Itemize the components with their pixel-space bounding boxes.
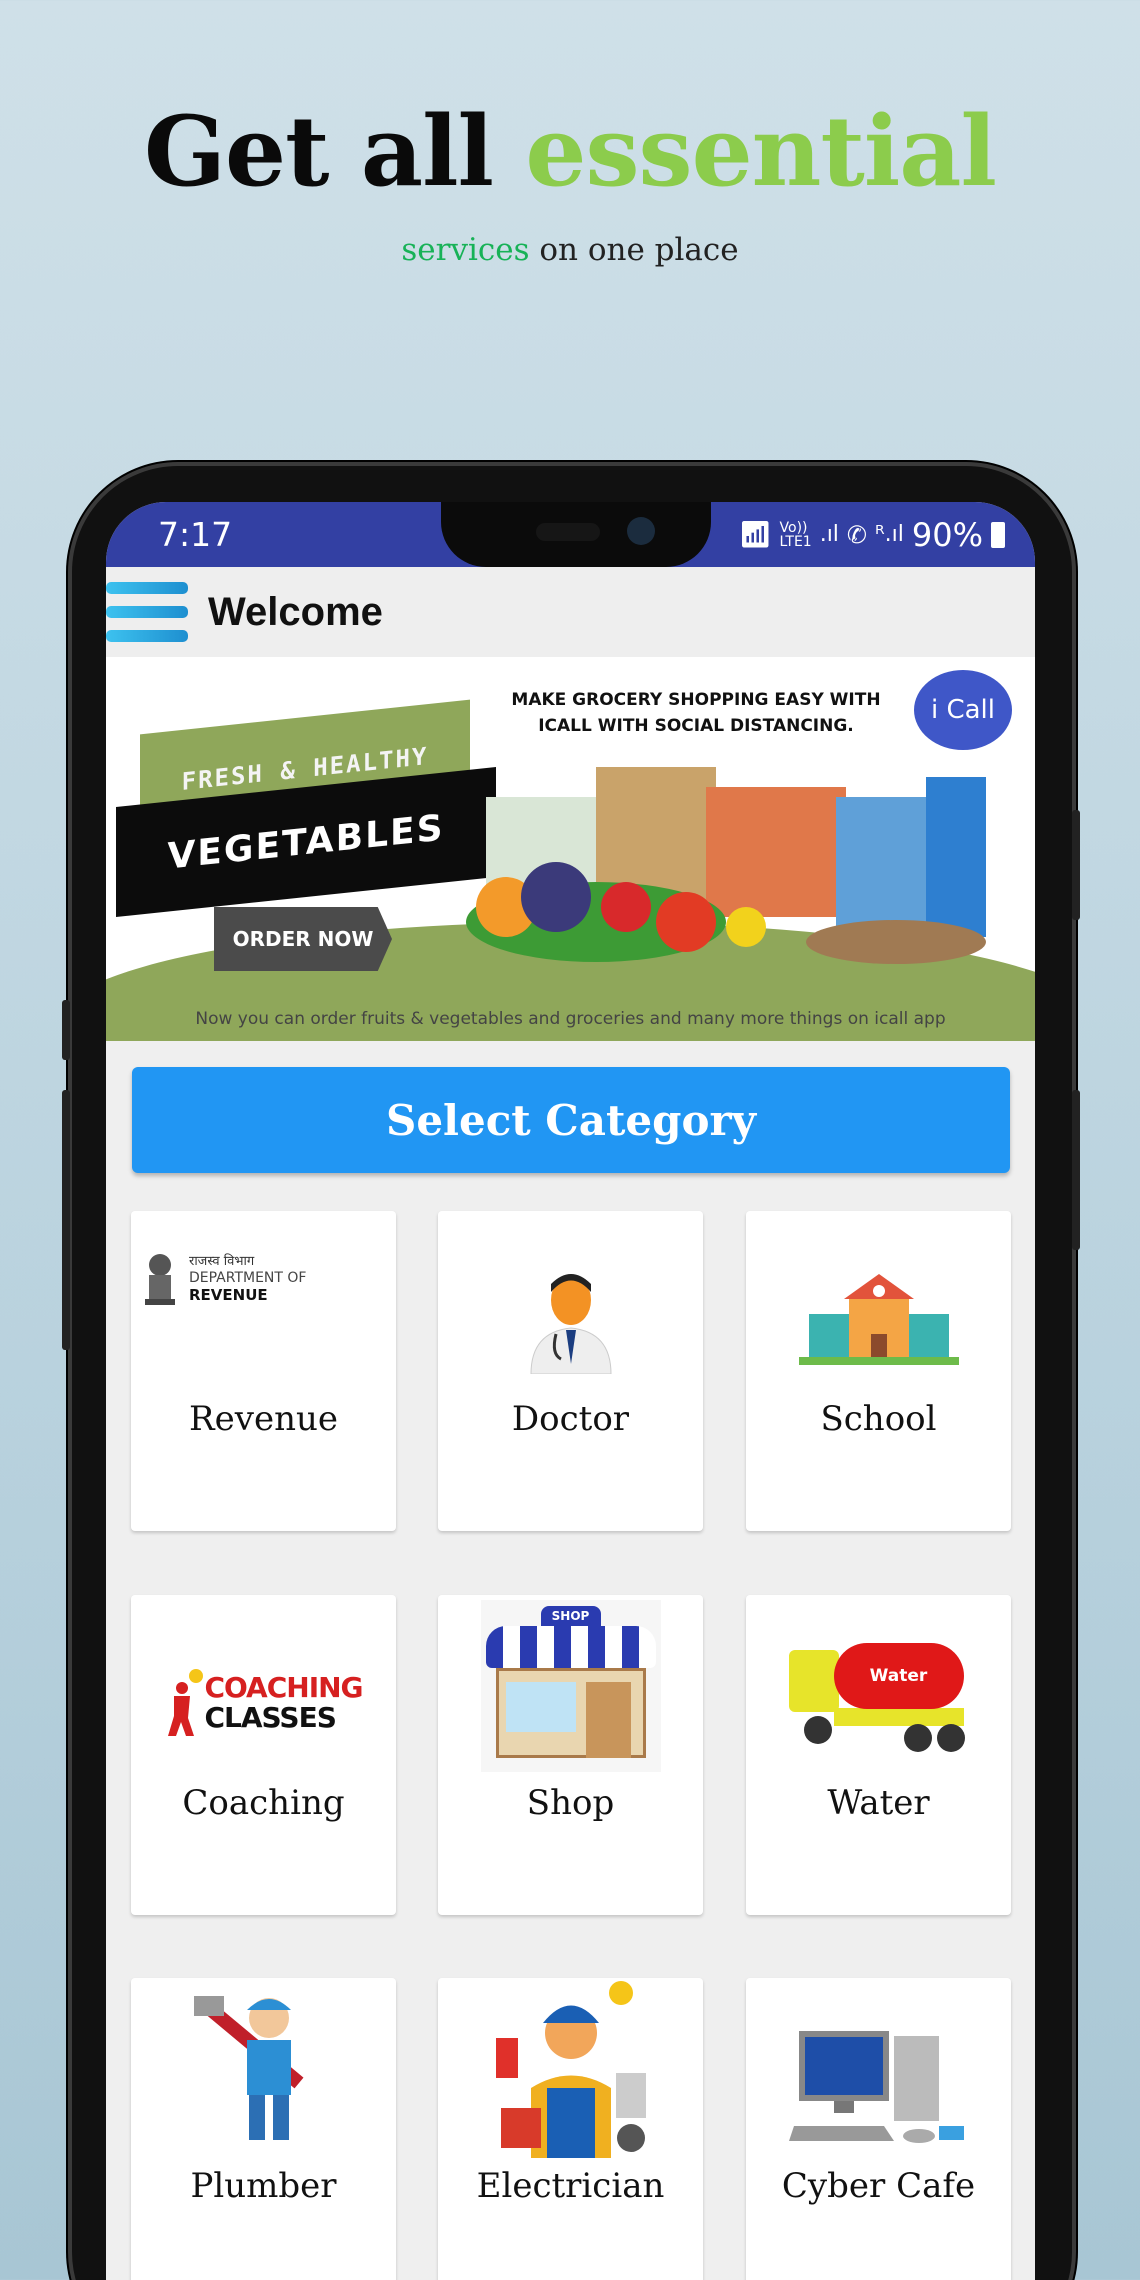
banner-note: Now you can order fruits & vegetables an… (195, 1009, 946, 1029)
front-camera (627, 517, 655, 545)
teacher-figure-icon (168, 1668, 204, 1736)
category-label: Plumber (190, 2166, 337, 2206)
category-shop[interactable]: SHOP Shop (438, 1595, 703, 1915)
category-electrician[interactable]: Electrician (438, 1978, 703, 2280)
groceries-image (466, 767, 986, 964)
phone-button (1072, 810, 1080, 920)
emblem-icon (145, 1254, 175, 1305)
shop-storefront-icon: SHOP (438, 1600, 703, 1772)
category-label: Shop (526, 1783, 615, 1823)
tank-label: Water (833, 1642, 964, 1709)
hamburger-icon[interactable] (106, 582, 188, 642)
select-category-button[interactable]: Select Category (132, 1067, 1010, 1173)
plumber-icon (131, 1988, 396, 2148)
battery-percent: 90% (911, 515, 983, 554)
order-now-button[interactable]: ORDER NOW (214, 907, 392, 971)
promo-headline: Get all essential (0, 95, 1140, 208)
promo-banner[interactable]: FRESH & HEALTHY VEGETABLES ORDER NOW MAK… (106, 657, 1035, 1041)
status-bar: 7:17 📶︎ Vo)) LTE1 .ıl ✆ ᴿ.ıl 90% (106, 502, 1035, 567)
signal-roaming-icon: ᴿ.ıl (875, 522, 904, 547)
category-label: Water (827, 1783, 930, 1823)
category-cyber-cafe[interactable]: Cyber Cafe (746, 1978, 1011, 2280)
app-bar: Welcome (106, 567, 1035, 657)
coaching-classes-logo: COACHING CLASSES (131, 1615, 396, 1790)
category-school[interactable]: School (746, 1211, 1011, 1531)
doctor-icon (438, 1231, 703, 1406)
subtitle-accent: services (401, 232, 530, 268)
status-time: 7:17 (158, 515, 233, 554)
department-of-revenue-logo: राजस्व विभाग DEPARTMENT OF REVENUE (131, 1251, 396, 1351)
category-label: Doctor (511, 1399, 630, 1439)
category-label: Cyber Cafe (781, 2166, 976, 2206)
headline-text: Get all (144, 95, 494, 208)
category-coaching[interactable]: COACHING CLASSES Coaching (131, 1595, 396, 1915)
category-label: Coaching (182, 1783, 345, 1823)
page-title: Welcome (208, 589, 383, 634)
category-label: School (820, 1399, 937, 1439)
wifi-call-icon: ✆ (846, 520, 868, 549)
phone-button (62, 1000, 70, 1060)
banner-tagline: MAKE GROCERY SHOPPING EASY WITH ICALL WI… (511, 690, 881, 736)
wifi-icon: 📶︎ (738, 519, 772, 550)
water-tanker-icon: Water (746, 1615, 1011, 1790)
logo-line1: COACHING (204, 1670, 363, 1704)
logo-line2: CLASSES (204, 1700, 336, 1734)
speaker (536, 523, 600, 541)
category-doctor[interactable]: Doctor (438, 1211, 703, 1531)
camera-notch (441, 502, 711, 567)
electrician-icon (438, 1978, 703, 2158)
app-screen: 7:17 📶︎ Vo)) LTE1 .ıl ✆ ᴿ.ıl 90% Welcome … (106, 502, 1035, 2280)
icall-logo: i Call (914, 670, 1012, 750)
category-plumber[interactable]: Plumber (131, 1978, 396, 2280)
category-water[interactable]: Water Water (746, 1595, 1011, 1915)
category-label: Electrician (476, 2166, 665, 2206)
logo-line1: DEPARTMENT OF (189, 1270, 307, 1286)
subtitle-text: on one place (539, 232, 739, 268)
signal-icon: .ıl (819, 522, 839, 547)
category-label: Revenue (189, 1399, 338, 1439)
promo-subtitle: services on one place (0, 232, 1140, 268)
category-revenue[interactable]: राजस्व विभाग DEPARTMENT OF REVENUE Reven… (131, 1211, 396, 1531)
logo-line2: REVENUE (189, 1286, 268, 1304)
volte-lte1-icon: Vo)) LTE1 (779, 519, 812, 550)
logo-hindi: राजस्व विभाग (189, 1254, 255, 1269)
phone-button (1072, 1090, 1080, 1250)
shop-sign: SHOP (540, 1606, 601, 1626)
headline-accent: essential (525, 95, 997, 208)
computer-icon (746, 1998, 1011, 2173)
phone-button (62, 1090, 70, 1350)
battery-icon (991, 521, 1005, 548)
school-building-icon (746, 1231, 1011, 1406)
